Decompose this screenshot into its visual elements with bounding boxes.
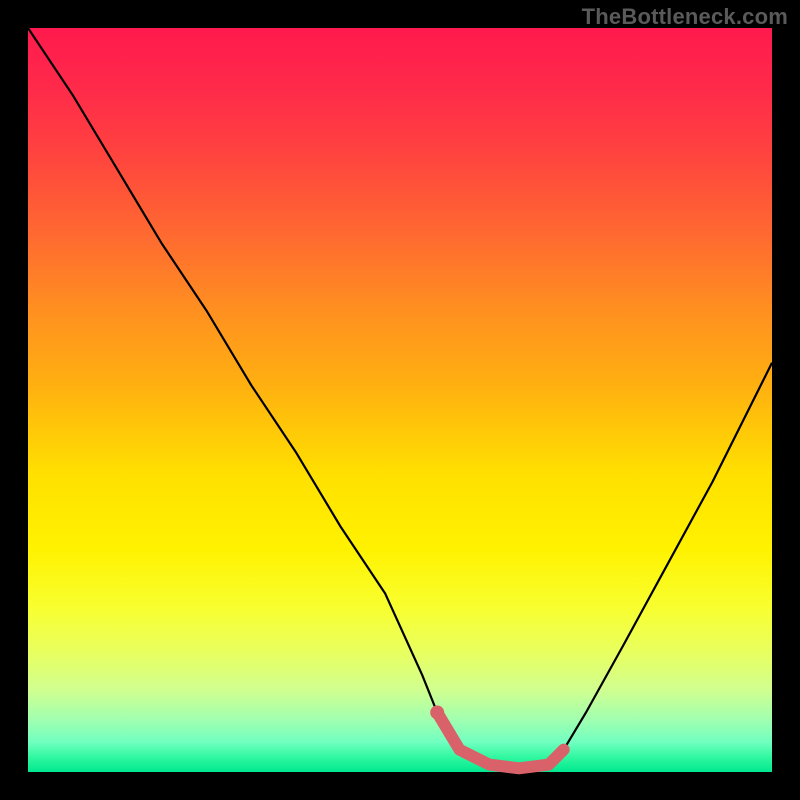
bottleneck-curve-line (28, 28, 772, 768)
optimal-point-marker (430, 705, 444, 719)
chart-container: TheBottleneck.com (0, 0, 800, 800)
chart-svg (28, 28, 772, 772)
optimal-range-line (437, 712, 563, 768)
plot-area (28, 28, 772, 772)
watermark-text: TheBottleneck.com (582, 4, 788, 30)
